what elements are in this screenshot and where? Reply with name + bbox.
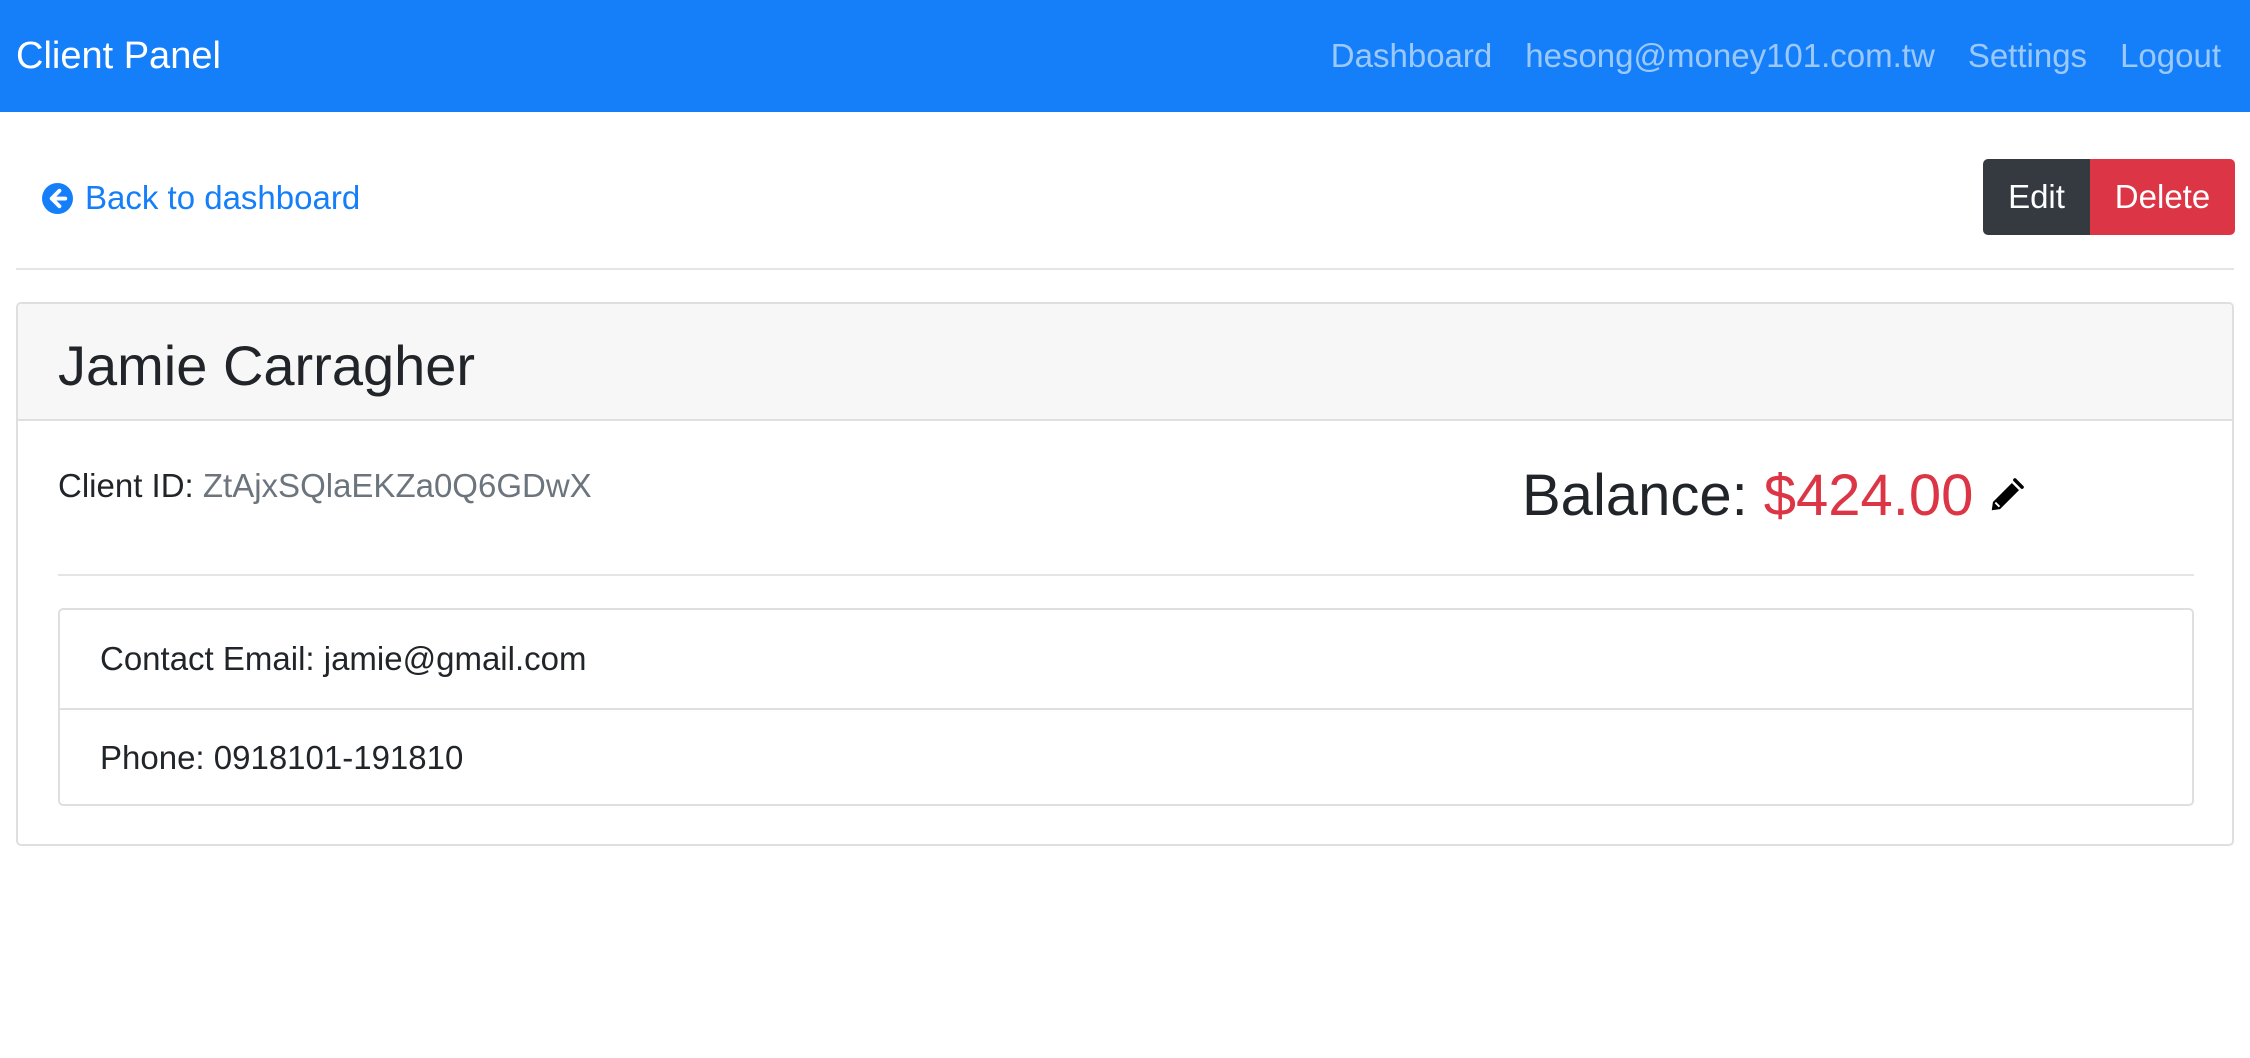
pencil-icon[interactable] (1987, 477, 2025, 515)
client-id-value: ZtAjxSQlaEKZa0Q6GDwX (202, 467, 592, 504)
arrow-circle-left-icon (42, 182, 73, 214)
edit-button[interactable]: Edit (1983, 159, 2090, 235)
top-navbar: Client Panel Dashboard hesong@money101.c… (0, 0, 2250, 112)
divider (16, 268, 2234, 270)
back-to-dashboard-link[interactable]: Back to dashboard (42, 178, 360, 218)
client-id: Client ID: ZtAjxSQlaEKZa0Q6GDwX (58, 466, 592, 506)
delete-button[interactable]: Delete (2090, 159, 2235, 235)
nav-links: Dashboard hesong@money101.com.tw Setting… (1331, 36, 2221, 76)
client-id-label: Client ID: (58, 467, 194, 504)
nav-link-user-email[interactable]: hesong@money101.com.tw (1525, 36, 1935, 76)
client-balance: Balance: $424.00 (1522, 462, 2025, 530)
client-actions-button-group: Edit Delete (1983, 159, 2235, 235)
contact-email-item: Contact Email: jamie@gmail.com (100, 640, 587, 677)
card-header: Jamie Carragher (18, 304, 2232, 421)
divider (58, 574, 2194, 576)
balance-label: Balance: (1522, 463, 1748, 528)
nav-link-dashboard[interactable]: Dashboard (1331, 36, 1492, 76)
brand-logo-text[interactable]: Client Panel (16, 33, 221, 79)
phone-item: Phone: 0918101-191810 (60, 708, 2192, 804)
client-name-heading: Jamie Carragher (58, 334, 476, 397)
nav-link-settings[interactable]: Settings (1968, 36, 2087, 76)
contact-info-list: Contact Email: jamie@gmail.com Phone: 09… (58, 608, 2194, 806)
back-link-label: Back to dashboard (85, 179, 361, 216)
nav-link-logout[interactable]: Logout (2120, 36, 2221, 76)
balance-amount: $424.00 (1763, 463, 1974, 528)
client-details-card: Jamie Carragher Client ID: ZtAjxSQlaEKZa… (16, 302, 2234, 846)
